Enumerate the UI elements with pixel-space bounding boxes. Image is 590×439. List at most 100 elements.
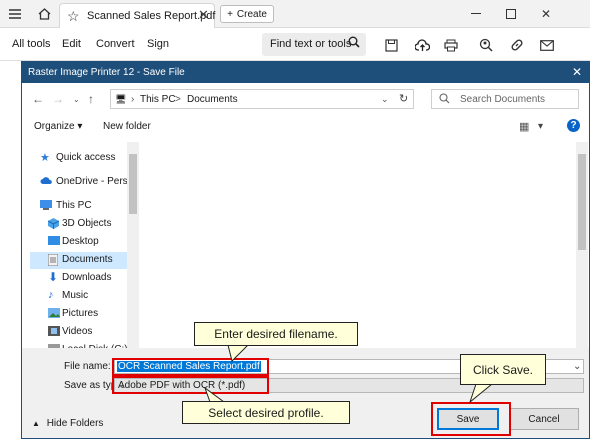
create-button[interactable]: + Create: [220, 5, 274, 23]
cancel-button[interactable]: Cancel: [509, 408, 579, 430]
close-window-icon[interactable]: ✕: [536, 5, 556, 23]
nav-item-label: This PC: [56, 200, 92, 211]
file-name-dropdown-icon[interactable]: ⌄: [573, 361, 581, 372]
navigation-pane: ★ Quick access OneDrive - Person This PC…: [30, 142, 140, 352]
up-arrow-icon[interactable]: ↑: [88, 92, 94, 106]
nav-item-desktop[interactable]: Desktop: [30, 234, 134, 251]
menu-all-tools[interactable]: All tools: [12, 38, 51, 50]
tab-bar: ☆ Scanned Sales Report.pdf ✕ + Create ✕: [0, 0, 590, 28]
nav-item-3d-objects[interactable]: 3D Objects: [30, 216, 134, 233]
address-separator: >: [175, 94, 181, 105]
videos-icon: [48, 326, 60, 337]
document-tab[interactable]: ☆ Scanned Sales Report.pdf ✕: [59, 3, 215, 28]
music-icon: ♪: [48, 289, 54, 301]
menu-convert[interactable]: Convert: [96, 38, 135, 50]
recent-chevron-icon[interactable]: ⌄: [73, 95, 80, 104]
address-root[interactable]: This PC: [140, 94, 176, 105]
maximize-icon[interactable]: [501, 5, 521, 23]
new-folder-button[interactable]: New folder: [103, 121, 151, 132]
nav-item-label: Desktop: [62, 236, 99, 247]
dialog-title-bar: Raster Image Printer 12 - Save File ✕: [22, 62, 589, 83]
close-tab-icon[interactable]: ✕: [198, 7, 209, 23]
star-icon: ★: [40, 152, 50, 164]
nav-item-onedrive[interactable]: OneDrive - Person: [30, 174, 139, 191]
tab-title: Scanned Sales Report.pdf: [87, 10, 216, 22]
home-icon[interactable]: [35, 5, 53, 23]
profile-highlight-box: [112, 376, 269, 394]
help-icon[interactable]: ?: [567, 119, 580, 132]
print-icon[interactable]: [442, 36, 460, 54]
search-documents-input[interactable]: Search Documents: [431, 89, 579, 109]
view-dropdown-icon[interactable]: ▾: [538, 121, 543, 132]
callout-filename: Enter desired filename.: [194, 322, 358, 346]
filename-highlight-box: [112, 358, 269, 376]
find-label: Find text or tools: [270, 38, 352, 50]
cube-icon: [47, 218, 60, 229]
address-sep-icon: ›: [131, 94, 135, 105]
menu-edit[interactable]: Edit: [62, 38, 81, 50]
link-icon[interactable]: [508, 36, 526, 54]
documents-icon: [47, 253, 60, 267]
hamburger-icon[interactable]: [6, 5, 24, 23]
navigation-scrollbar-thumb[interactable]: [129, 154, 137, 214]
nav-item-music[interactable]: ♪ Music: [30, 288, 134, 305]
hide-folders-label: Hide Folders: [46, 418, 104, 429]
file-list-scrollbar-thumb[interactable]: [578, 154, 586, 250]
view-options-icon[interactable]: ▦: [519, 120, 529, 133]
nav-item-label: Quick access: [56, 152, 116, 163]
nav-item-label: Documents: [62, 254, 113, 265]
organize-label: Organize: [34, 121, 75, 132]
nav-item-videos[interactable]: Videos: [30, 324, 134, 341]
file-list-pane[interactable]: [142, 142, 578, 352]
forward-arrow-icon[interactable]: →: [52, 92, 64, 106]
navigation-bar: ← → ⌄ ↑ 🖥 › This PC > Documents ⌄ ↻ Sear…: [22, 83, 589, 116]
callout-profile: Select desired profile.: [182, 401, 350, 424]
address-bar[interactable]: 🖥 › This PC > Documents ⌄ ↻: [110, 89, 414, 109]
save-icon[interactable]: [382, 36, 400, 54]
upload-icon[interactable]: [413, 36, 431, 54]
nav-item-downloads[interactable]: ⬇ Downloads: [30, 270, 134, 287]
nav-item-quick-access[interactable]: ★ Quick access: [30, 150, 134, 167]
nav-item-label: Videos: [62, 326, 93, 337]
back-arrow-icon[interactable]: ←: [32, 92, 44, 106]
search-icon: [439, 93, 450, 107]
hide-folders-button[interactable]: ▲ Hide Folders: [32, 418, 103, 429]
file-name-label: File name:: [64, 361, 111, 372]
chevron-up-icon: ▲: [32, 419, 40, 428]
star-icon[interactable]: ☆: [67, 8, 80, 25]
callout-save: Click Save.: [460, 354, 546, 385]
cloud-icon: [40, 176, 52, 187]
dialog-close-icon[interactable]: ✕: [572, 65, 582, 79]
command-bar: Organize ▾ New folder ▦ ▾ ?: [22, 116, 589, 138]
plus-icon: +: [227, 8, 233, 20]
pdf-viewer-window: ☆ Scanned Sales Report.pdf ✕ + Create ✕ …: [0, 0, 590, 439]
nav-item-label: Downloads: [62, 272, 112, 283]
organize-button[interactable]: Organize ▾: [34, 121, 82, 132]
create-label: Create: [236, 8, 267, 20]
find-text-or-tools[interactable]: Find text or tools: [262, 33, 366, 56]
computer-icon: [40, 200, 52, 211]
nav-item-pictures[interactable]: Pictures: [30, 306, 134, 323]
nav-item-label: Pictures: [62, 308, 99, 319]
save-highlight-box: [431, 402, 511, 436]
address-folder[interactable]: Documents: [187, 94, 238, 105]
refresh-icon[interactable]: ↻: [399, 92, 408, 105]
pc-icon: 🖥: [115, 94, 127, 104]
download-icon: ⬇: [48, 270, 59, 284]
minimize-icon[interactable]: [466, 5, 486, 23]
cancel-button-label: Cancel: [528, 413, 560, 425]
navigation-scrollbar[interactable]: [127, 142, 139, 352]
nav-item-this-pc[interactable]: This PC: [30, 198, 134, 215]
search-user-icon[interactable]: [477, 36, 495, 54]
search-placeholder: Search Documents: [460, 94, 546, 105]
nav-item-label: 3D Objects: [62, 218, 112, 229]
file-list-scrollbar[interactable]: [576, 142, 588, 352]
dialog-title: Raster Image Printer 12 - Save File: [28, 67, 185, 78]
desktop-icon: [48, 236, 60, 247]
email-icon[interactable]: [538, 36, 556, 54]
pictures-icon: [48, 308, 60, 319]
nav-item-documents[interactable]: Documents: [30, 252, 134, 269]
address-dropdown-icon[interactable]: ⌄: [381, 94, 389, 105]
menu-sign[interactable]: Sign: [147, 38, 169, 50]
nav-item-label: Music: [62, 290, 89, 301]
